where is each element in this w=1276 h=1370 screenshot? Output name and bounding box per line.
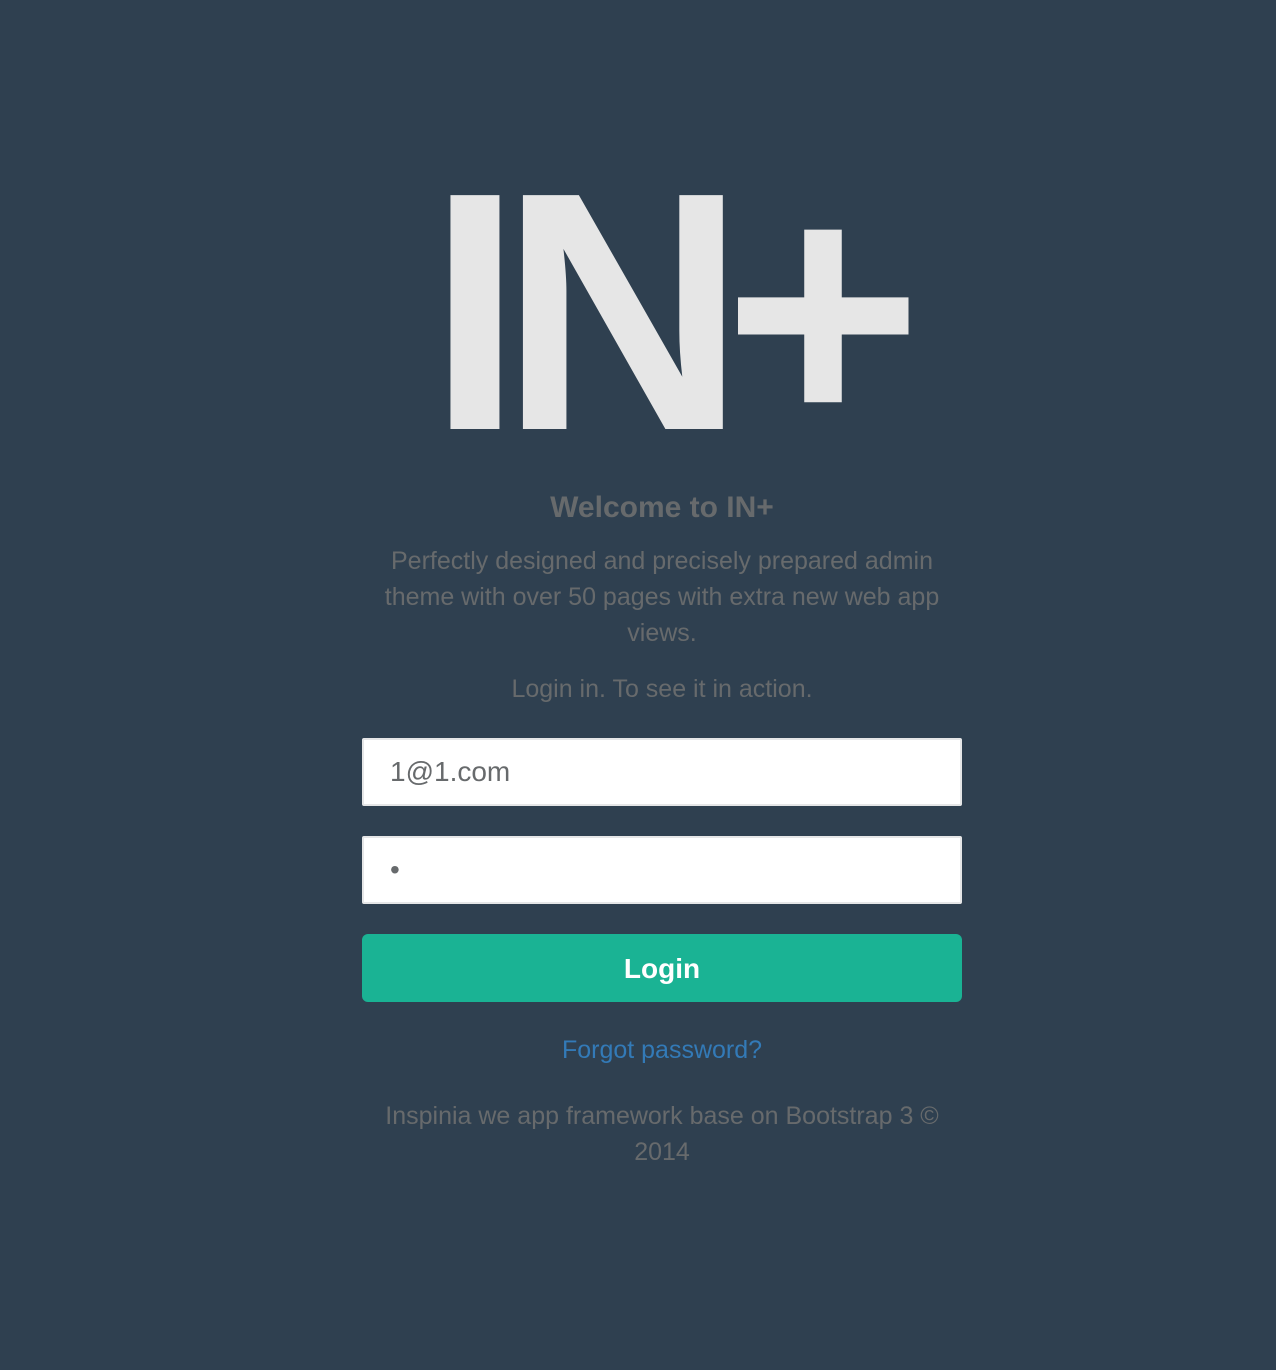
footer-line-1: Inspinia we app framework base on Bootst… — [385, 1102, 939, 1130]
forgot-password-link[interactable]: Forgot password? — [362, 1032, 962, 1068]
welcome-title: Welcome to IN+ — [550, 491, 774, 524]
footer-copyright: Inspinia we app framework base on Bootst… — [362, 1098, 962, 1170]
password-field[interactable] — [362, 836, 962, 904]
logo: IN+ — [427, 122, 923, 502]
login-tagline: Login in. To see it in action. — [511, 675, 813, 703]
welcome-description: Perfectly designed and precisely prepare… — [384, 547, 940, 647]
login-button[interactable]: Login — [362, 934, 962, 1002]
footer-line-2: 2014 — [634, 1138, 690, 1166]
email-field[interactable] — [362, 738, 962, 806]
